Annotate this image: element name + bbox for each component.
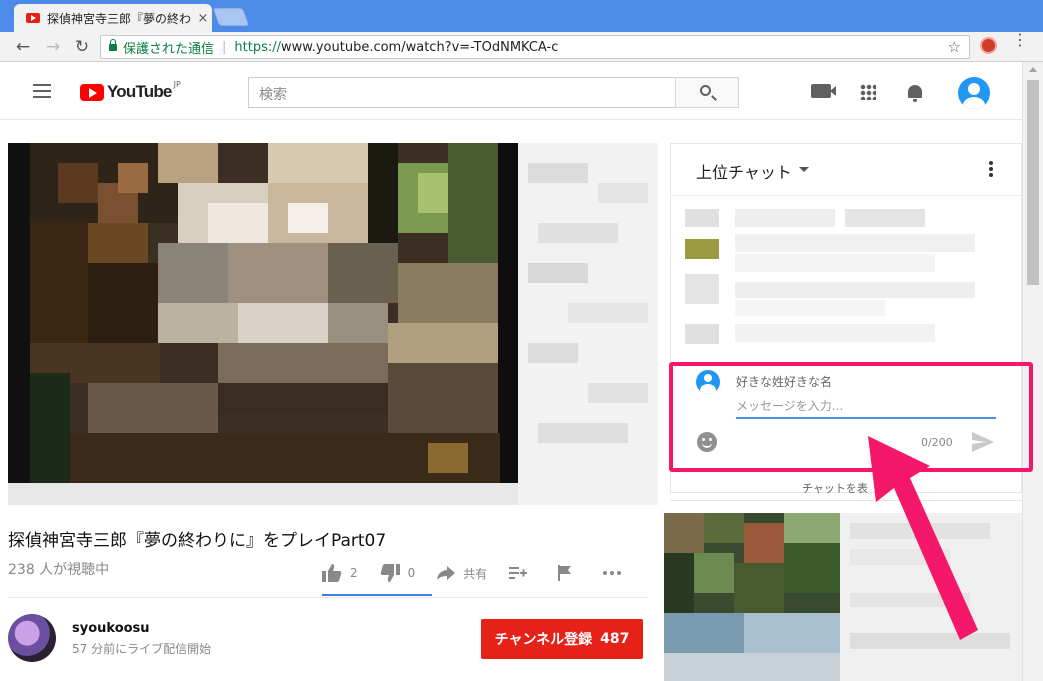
scroll-up-arrow-icon[interactable] <box>1029 67 1037 72</box>
report-button[interactable] <box>557 565 581 581</box>
address-divider: | <box>222 39 227 55</box>
sentiment-bar <box>322 594 432 596</box>
reload-button[interactable]: ↻ <box>71 36 93 58</box>
tab-title: 探偵神宮寺三郎『夢の終わ <box>47 11 192 26</box>
youtube-favicon-icon <box>26 13 40 23</box>
create-video-icon[interactable] <box>811 84 836 98</box>
viewer-count: 238 人が視聴中 <box>8 562 110 578</box>
browser-toolbar: ← → ↻ 保護された通信 | https://www.youtube.com/… <box>0 32 1043 62</box>
hamburger-menu-icon[interactable] <box>33 84 51 98</box>
account-avatar[interactable] <box>958 77 990 109</box>
flag-icon <box>558 565 572 581</box>
more-horizontal-icon <box>603 571 622 575</box>
url-text: https://www.youtube.com/watch?v=-TOdNMKC… <box>234 40 558 55</box>
search-input[interactable]: 検索 <box>248 77 676 108</box>
scroll-thumb[interactable] <box>1027 80 1039 285</box>
secure-label: 保護された通信 <box>123 41 215 57</box>
notifications-bell-icon[interactable] <box>907 84 923 102</box>
blurred-chat-messages <box>685 209 975 344</box>
thumbs-down-icon <box>380 564 400 582</box>
apps-grid-icon[interactable] <box>860 84 876 100</box>
subscribe-label: チャンネル登録 <box>494 632 593 648</box>
like-button[interactable]: 2 <box>322 564 358 582</box>
address-bar[interactable]: 保護された通信 | https://www.youtube.com/watch?… <box>100 35 970 59</box>
lock-icon <box>109 38 117 51</box>
chat-header: 上位チャット <box>671 144 1021 196</box>
browser-menu-icon[interactable]: ⋮ <box>1012 32 1028 48</box>
more-actions-button[interactable] <box>603 571 629 575</box>
chevron-down-icon[interactable] <box>799 167 809 172</box>
tab-close-icon[interactable]: × <box>194 11 212 26</box>
forward-button[interactable]: → <box>42 36 64 58</box>
logo-text: YouTube <box>107 82 172 101</box>
stream-started: 57 分前にライブ配信開始 <box>72 642 212 656</box>
secure-indicator[interactable]: 保護された通信 <box>109 38 214 57</box>
youtube-play-logo-icon <box>80 83 104 101</box>
video-player[interactable] <box>8 143 658 505</box>
url-rest: www.youtube.com/watch?v=-TOdNMKCA-c <box>281 39 559 55</box>
logo-region: JP <box>173 79 181 89</box>
browser-tabstrip: 探偵神宮寺三郎『夢の終わ × <box>0 0 1043 32</box>
share-label: 共有 <box>463 566 488 581</box>
thumbs-up-icon <box>322 564 342 582</box>
divider <box>8 597 648 598</box>
annotation-arrow-icon <box>868 436 978 640</box>
dislike-count: 0 <box>407 566 416 580</box>
bookmark-star-icon[interactable]: ☆ <box>948 38 961 56</box>
chat-mode-title[interactable]: 上位チャット <box>696 159 792 183</box>
subscriber-count: 487 <box>600 631 630 647</box>
add-to-playlist-button[interactable] <box>509 566 535 580</box>
search-icon <box>700 85 711 96</box>
chat-menu-icon[interactable] <box>989 161 993 179</box>
new-tab-button[interactable] <box>212 8 250 26</box>
like-count: 2 <box>350 566 358 580</box>
channel-name[interactable]: syoukoosu <box>72 621 150 636</box>
subscribe-button[interactable]: チャンネル登録 487 <box>481 619 643 659</box>
pixelated-video-frame <box>8 143 658 505</box>
youtube-masthead: YouTube JP 検索 <box>0 62 1022 120</box>
video-title: 探偵神宮寺三郎『夢の終わりに』をプレイPart07 <box>8 531 387 551</box>
search-button[interactable] <box>675 77 739 108</box>
channel-avatar[interactable] <box>8 614 56 662</box>
share-button[interactable]: 共有 <box>437 565 487 582</box>
video-actions: 2 0 共有 <box>322 560 651 586</box>
dislike-button[interactable]: 0 <box>380 564 416 582</box>
browser-tab[interactable]: 探偵神宮寺三郎『夢の終わ × <box>14 4 212 32</box>
playlist-add-icon <box>509 567 528 579</box>
back-button[interactable]: ← <box>12 36 34 58</box>
url-scheme: https:// <box>234 39 282 55</box>
extension-icon[interactable] <box>980 37 997 54</box>
youtube-logo[interactable]: YouTube JP <box>80 79 181 102</box>
share-arrow-icon <box>437 566 456 580</box>
